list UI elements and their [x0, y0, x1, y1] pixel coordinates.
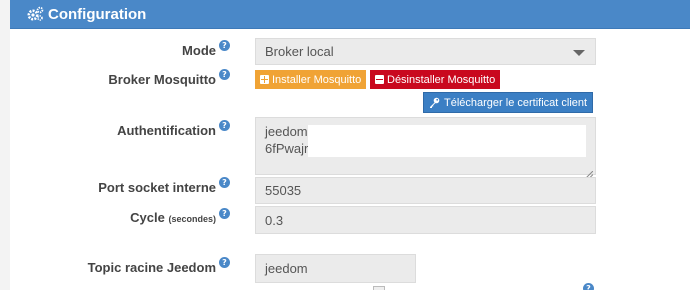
- option-help-icon[interactable]: ?: [583, 283, 594, 290]
- option-checkbox[interactable]: [373, 286, 385, 290]
- cycle-help-icon[interactable]: ?: [219, 208, 230, 219]
- port-help-icon[interactable]: ?: [219, 177, 230, 188]
- broker-help-icon[interactable]: ?: [219, 69, 230, 80]
- port-input[interactable]: 55035: [255, 177, 596, 204]
- cycle-input[interactable]: 0.3: [255, 206, 596, 234]
- install-mosquitto-button[interactable]: Installer Mosquitto: [255, 70, 367, 89]
- uninstall-mosquitto-label: Désinstaller Mosquitto: [387, 73, 496, 86]
- download-certificate-button[interactable]: Télécharger le certificat client: [423, 92, 594, 113]
- cycle-value: 0.3: [265, 212, 284, 228]
- mode-label: Mode: [182, 43, 216, 58]
- resize-handle-icon[interactable]: [585, 165, 594, 179]
- topic-help-icon[interactable]: ?: [219, 257, 230, 268]
- gears-icon: [26, 6, 44, 22]
- auth-textarea[interactable]: jeedom 6fPwajr: [255, 117, 596, 179]
- broker-label: Broker Mosquitto: [108, 72, 216, 87]
- mode-select[interactable]: Broker local: [255, 38, 596, 65]
- cycle-unit: (secondes): [168, 214, 216, 224]
- topic-value: jeedom: [265, 261, 308, 276]
- auth-help-icon[interactable]: ?: [219, 120, 230, 131]
- chevron-down-icon: [573, 50, 585, 56]
- install-mosquitto-label: Installer Mosquitto: [272, 73, 362, 86]
- uninstall-mosquitto-button[interactable]: Désinstaller Mosquitto: [370, 70, 501, 89]
- redacted-mask: [308, 125, 586, 157]
- mode-help-icon[interactable]: ?: [219, 40, 230, 51]
- topic-label: Topic racine Jeedom: [87, 260, 216, 275]
- minus-square-icon: [375, 75, 384, 84]
- plus-square-icon: [260, 75, 269, 84]
- download-certificate-label: Télécharger le certificat client: [444, 96, 588, 109]
- cycle-label-text: Cycle: [130, 210, 165, 225]
- cycle-label: Cycle (secondes): [130, 210, 216, 225]
- port-value: 55035: [265, 183, 302, 198]
- mode-select-value: Broker local: [265, 44, 334, 59]
- panel-header: Configuration: [10, 0, 690, 29]
- panel-title: Configuration: [48, 5, 147, 23]
- port-label: Port socket interne: [98, 180, 216, 195]
- key-icon: [429, 97, 440, 108]
- auth-label: Authentification: [117, 123, 216, 138]
- topic-input[interactable]: jeedom: [255, 254, 416, 283]
